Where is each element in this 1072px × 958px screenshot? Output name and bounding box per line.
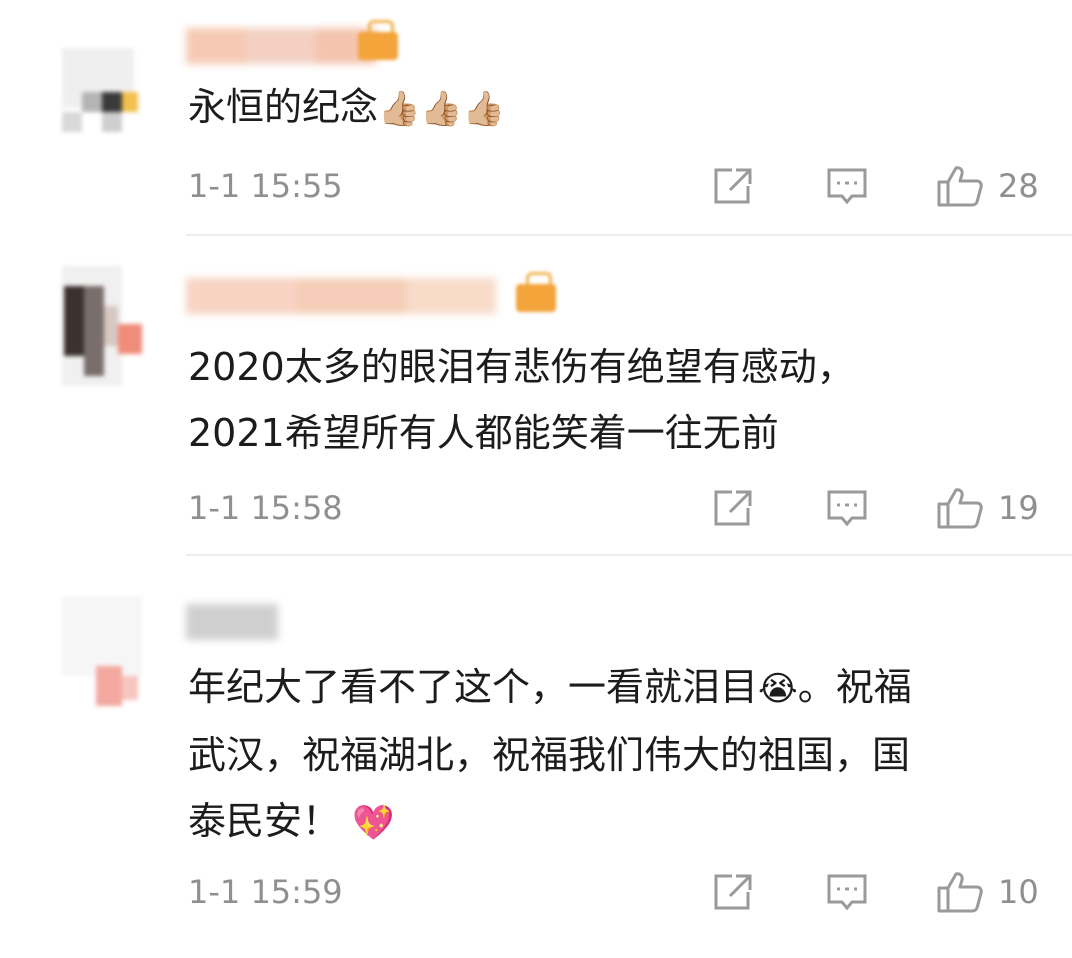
reply-button[interactable] xyxy=(826,164,868,208)
avatar[interactable] xyxy=(42,28,154,148)
crying-emoji-icon: 😭 xyxy=(758,669,798,709)
comment-item: 2020太多的眼泪有悲伤有绝望有感动， 2021希望所有人都能笑着一往无前 1-… xyxy=(0,236,1072,556)
like-count: 19 xyxy=(998,489,1039,527)
comment-item: 永恒的纪念👍🏼👍🏼👍🏼 1-1 15:55 28 xyxy=(0,0,1072,236)
reply-button[interactable] xyxy=(826,486,868,530)
share-button[interactable] xyxy=(712,870,754,914)
like-button[interactable]: 19 xyxy=(936,486,1039,530)
comment-text: 永恒的纪念👍🏼👍🏼👍🏼 xyxy=(188,85,506,129)
vip-badge-icon xyxy=(516,272,556,312)
comment-time: 1-1 15:59 xyxy=(188,873,343,911)
comment-text: 年纪大了看不了这个，一看就泪目😭。祝福 武汉，祝福湖北，祝福我们伟大的祖国，国 … xyxy=(188,665,912,843)
comment-meta: 1-1 15:59 10 xyxy=(188,870,1044,914)
reply-icon xyxy=(827,874,867,911)
avatar[interactable] xyxy=(42,266,154,386)
heart-emoji-icon: 💖 xyxy=(352,803,395,843)
avatar[interactable] xyxy=(42,596,154,716)
vip-badge-icon xyxy=(358,20,398,60)
comment-feed: 永恒的纪念👍🏼👍🏼👍🏼 1-1 15:55 28 2020太多的眼泪有悲伤有绝望… xyxy=(0,0,1072,958)
username-blurred[interactable] xyxy=(186,278,496,314)
comment-item: 年纪大了看不了这个，一看就泪目😭。祝福 武汉，祝福湖北，祝福我们伟大的祖国，国 … xyxy=(0,556,1072,958)
like-count: 28 xyxy=(998,167,1039,205)
comment-time: 1-1 15:55 xyxy=(188,167,343,205)
comment-meta: 1-1 15:55 28 xyxy=(188,164,1044,208)
username-blurred[interactable] xyxy=(186,28,376,64)
username-blurred[interactable] xyxy=(186,604,278,640)
comment-time: 1-1 15:58 xyxy=(188,489,343,527)
comment-text: 2020太多的眼泪有悲伤有绝望有感动， 2021希望所有人都能笑着一往无前 xyxy=(188,345,855,455)
like-count: 10 xyxy=(998,873,1039,911)
share-button[interactable] xyxy=(712,486,754,530)
share-button[interactable] xyxy=(712,164,754,208)
share-icon xyxy=(714,874,752,910)
thumbs-up-emoji-icon: 👍🏼👍🏼👍🏼 xyxy=(378,89,506,129)
reply-button[interactable] xyxy=(826,870,868,914)
share-icon xyxy=(714,168,752,204)
comment-meta: 1-1 15:58 19 xyxy=(188,486,1044,530)
share-icon xyxy=(714,490,752,526)
thumbs-up-icon xyxy=(937,872,983,913)
like-button[interactable]: 28 xyxy=(936,164,1039,208)
reply-icon xyxy=(827,490,867,527)
thumbs-up-icon xyxy=(937,166,983,207)
thumbs-up-icon xyxy=(937,488,983,529)
reply-icon xyxy=(827,168,867,205)
like-button[interactable]: 10 xyxy=(936,870,1039,914)
